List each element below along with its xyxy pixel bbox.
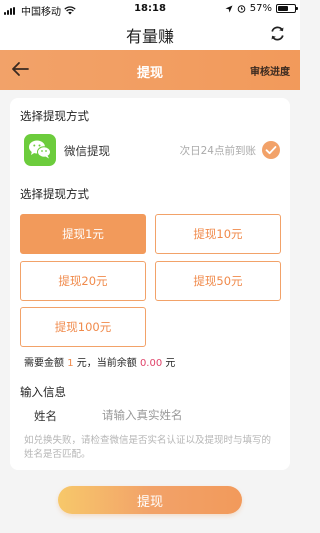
refresh-icon[interactable] (269, 25, 286, 42)
balance-suffix: 元 (165, 358, 176, 369)
withdraw-submit-button[interactable]: 提现 (58, 486, 242, 514)
amount-option-20[interactable]: 提现20元 (20, 261, 146, 301)
withdraw-card: 选择提现方式 微信提现 次日24点前到账 选择提现方式 提现1元 提现10元 提… (10, 98, 290, 470)
amount-section-title: 选择提现方式 (20, 187, 89, 201)
arrival-note: 次日24点前到账 (179, 145, 256, 157)
amount-option-1[interactable]: 提现1元 (20, 214, 146, 254)
location-arrow-icon (225, 5, 233, 12)
amount-option-50[interactable]: 提现50元 (155, 261, 281, 301)
name-label: 姓名 (34, 409, 57, 423)
hint-text: 如兑换失败，请检查微信是否实名认证以及提现时与填写的姓名是否匹配。 (24, 435, 272, 460)
current-balance: 0.00 (139, 358, 163, 369)
battery-icon (276, 4, 298, 13)
app-title: 有量赚 (125, 27, 174, 46)
check-icon (262, 141, 280, 159)
wechat-method-option[interactable]: 微信提现 次日24点前到账 (24, 134, 280, 168)
status-right: 57% (225, 3, 298, 14)
battery-percent: 57% (249, 3, 272, 14)
alarm-clock-icon (237, 5, 246, 13)
audit-progress-link[interactable]: 审核进度 (250, 63, 290, 78)
balance-prefix: 需要金额 (24, 358, 64, 369)
name-input[interactable] (102, 403, 272, 427)
app-header: 有量赚 (0, 18, 300, 50)
info-section-title: 输入信息 (20, 385, 66, 399)
status-bar: 中国移动 18:18 57% (0, 0, 300, 18)
nav-bar: 提现 审核进度 (0, 50, 300, 90)
wechat-icon (24, 134, 56, 166)
withdraw-method-title: 选择提现方式 (20, 109, 89, 123)
required-amount: 1 (67, 358, 74, 369)
balance-line: 需要金额 1 元，当前余额 0.00 元 (24, 354, 175, 369)
amount-option-100[interactable]: 提现100元 (20, 307, 146, 347)
amount-option-10[interactable]: 提现10元 (155, 214, 281, 254)
wechat-method-label: 微信提现 (64, 144, 110, 158)
balance-middle: 元，当前余额 (76, 358, 137, 369)
